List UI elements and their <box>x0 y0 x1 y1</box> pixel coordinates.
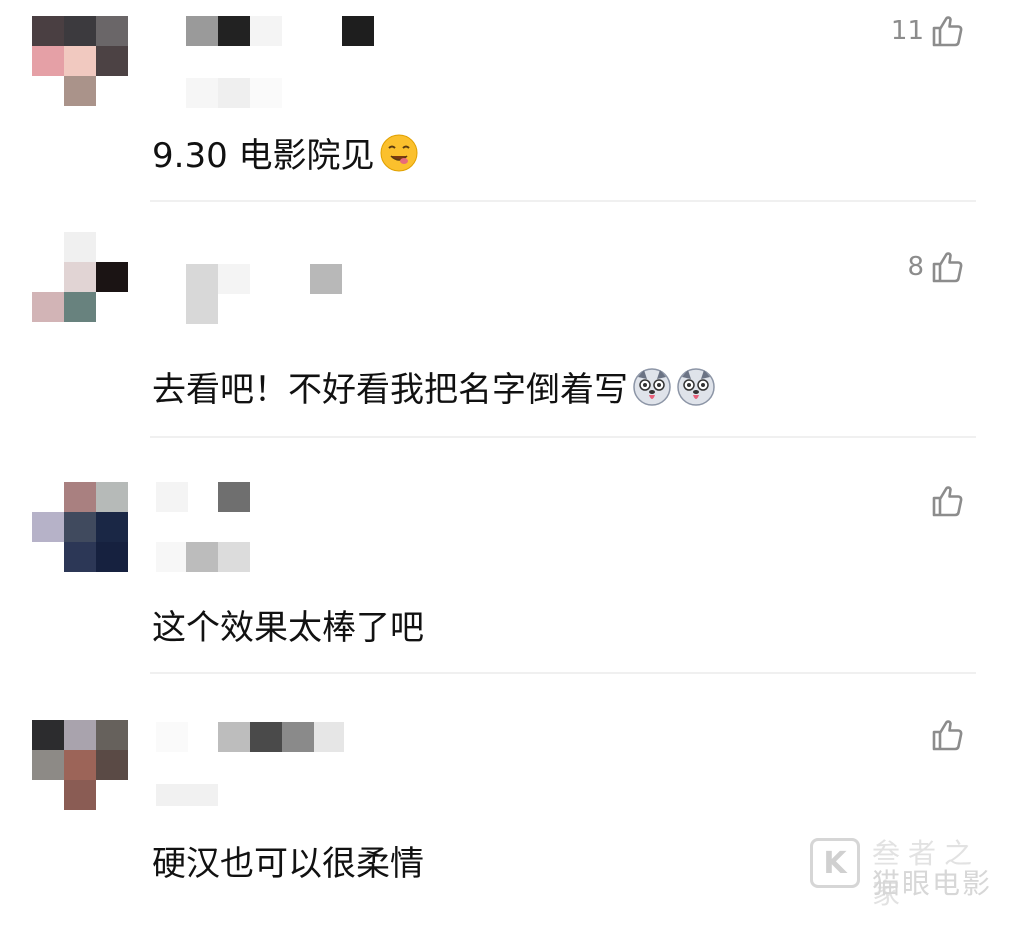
comment-item: 硬汉也可以很柔情 <box>0 708 1012 944</box>
comment-item: 这个效果太棒了吧 <box>0 472 1012 708</box>
drooling-face-emoji <box>380 134 418 171</box>
like-button[interactable]: 11 <box>891 14 964 48</box>
avatar-pixel <box>96 750 128 780</box>
avatar-pixel <box>96 542 128 572</box>
avatar-pixel <box>64 482 96 512</box>
divider <box>150 436 976 438</box>
avatar-pixel <box>64 46 96 76</box>
husky-emoji <box>677 367 715 406</box>
avatar-pixel <box>32 720 64 750</box>
thumbs-up-outline-icon <box>932 720 963 751</box>
avatar-pixel <box>64 780 96 810</box>
comment-text: 这个效果太棒了吧 <box>152 608 424 648</box>
avatar-pixel <box>32 750 64 780</box>
comment-item: 8 去看吧！不好看我把名字倒着写 <box>0 232 1012 472</box>
avatar-pixel <box>32 292 64 322</box>
thumbs-up-outline-icon <box>932 252 963 283</box>
divider <box>150 672 976 674</box>
avatar-pixel <box>64 750 96 780</box>
thumbs-up-outline-icon <box>932 486 963 517</box>
avatar-pixel <box>32 16 64 46</box>
comment-item: 11 9.30 电影院见 <box>0 0 1012 236</box>
avatar-pixel <box>64 292 96 322</box>
comment-text: 去看吧！不好看我把名字倒着写 <box>152 362 716 411</box>
avatar-pixel <box>64 720 96 750</box>
avatar-pixel <box>96 46 128 76</box>
avatar-pixel <box>96 16 128 46</box>
husky-emoji <box>633 367 671 406</box>
like-button[interactable]: 8 <box>907 250 964 284</box>
like-button[interactable] <box>924 484 964 518</box>
watermark-logo-icon: K <box>810 838 860 888</box>
avatar-pixel <box>64 542 96 572</box>
avatar-pixel <box>64 16 96 46</box>
avatar-pixel <box>32 46 64 76</box>
comment-text: 9.30 电影院见 <box>152 128 419 177</box>
avatar[interactable] <box>32 720 128 812</box>
like-count: 8 <box>907 252 924 282</box>
avatar-pixel <box>64 76 96 106</box>
avatar-pixel <box>96 262 128 292</box>
avatar[interactable] <box>32 482 128 574</box>
avatar-pixel <box>64 232 96 262</box>
like-count: 11 <box>890 16 924 46</box>
avatar-pixel <box>32 512 64 542</box>
avatar-pixel <box>96 512 128 542</box>
avatar[interactable] <box>32 16 128 108</box>
divider <box>150 200 976 202</box>
avatar-pixel <box>64 512 96 542</box>
thumbs-up-outline-icon <box>932 16 963 47</box>
comment-text: 硬汉也可以很柔情 <box>152 844 424 884</box>
avatar-pixel <box>96 482 128 512</box>
watermark: K 叁者之家 猫眼电影 <box>806 832 1006 910</box>
like-button[interactable] <box>924 718 964 752</box>
avatar-pixel <box>96 720 128 750</box>
avatar-pixel <box>64 262 96 292</box>
watermark-text-bottom: 猫眼电影 <box>872 867 993 900</box>
avatar[interactable] <box>32 232 128 324</box>
